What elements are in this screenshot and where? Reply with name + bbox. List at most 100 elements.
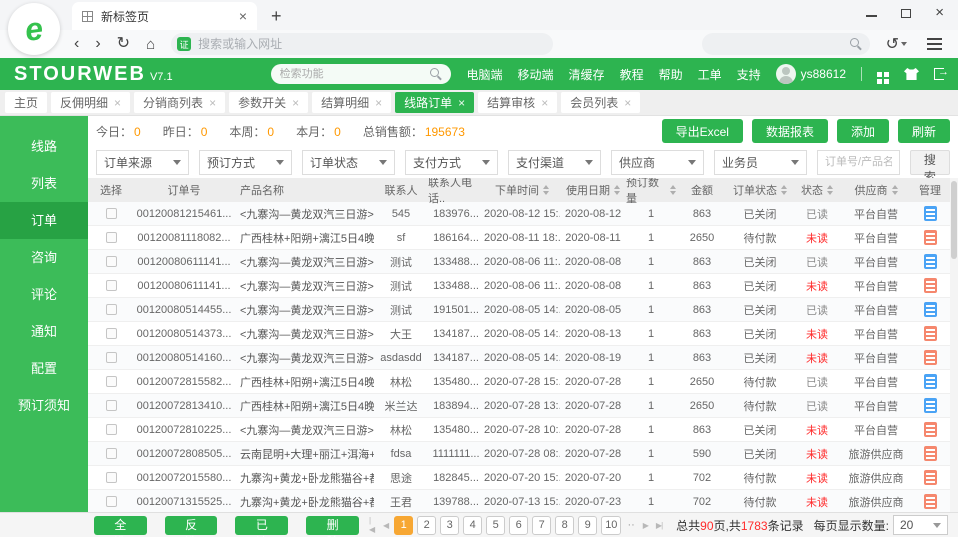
sidebar-item[interactable]: 列表 [0,165,88,202]
row-checkbox[interactable] [106,400,117,411]
product-name[interactable]: <九寨沟—黄龙双汽三日游>... [234,422,374,438]
first-page-icon[interactable]: |◀ [367,516,377,534]
address-input[interactable] [198,37,547,51]
app-tab[interactable]: 结算审核 × [478,92,557,113]
new-tab-button[interactable]: + [271,6,282,30]
sort-icon[interactable] [781,185,787,195]
product-name[interactable]: <九寨沟—黄龙双汽三日游>... [234,254,374,270]
page-button[interactable]: 6 [509,516,528,535]
row-checkbox[interactable] [106,280,117,291]
column-header[interactable]: 供应商 [842,178,910,202]
column-header[interactable]: 预订数量 [626,178,676,202]
app-tab[interactable]: 线路订单 × [395,92,474,113]
column-header[interactable]: 金额 [676,178,728,202]
sidebar-item[interactable]: 线路 [0,128,88,165]
theme-shirt-icon[interactable] [904,68,919,80]
sidebar-item[interactable]: 订单 [0,202,88,239]
page-button[interactable]: 9 [578,516,597,535]
action-button[interactable]: 导出Excel [662,119,743,143]
manage-detail-icon[interactable] [924,350,937,365]
logout-icon[interactable] [934,68,944,80]
product-name[interactable]: 广西桂林+阳朔+漓江5日4晚... [234,398,374,414]
footer-button[interactable]: 反选 [165,516,218,535]
row-checkbox[interactable] [106,208,117,219]
footer-button[interactable]: 全选 [94,516,147,535]
manage-detail-icon[interactable] [924,422,937,437]
chrome-search-box[interactable] [702,33,870,55]
app-tab[interactable]: 结算明细 × [312,92,391,113]
home-icon[interactable]: ⌂ [146,37,155,52]
tab-close-icon[interactable]: × [624,96,631,110]
function-search-input[interactable] [280,68,430,80]
page-button[interactable]: 3 [440,516,459,535]
product-name[interactable]: <九寨沟—黄龙双汽三日游>... [234,350,374,366]
address-bar[interactable]: 证 [171,33,553,55]
page-button[interactable]: 5 [486,516,505,535]
sort-icon[interactable] [614,185,620,195]
sidebar-item[interactable]: 预订须知 [0,387,88,424]
app-tab[interactable]: 反佣明细 × [51,92,130,113]
app-tab[interactable]: 分销商列表 × [134,92,225,113]
page-button[interactable]: 10 [601,516,621,535]
qr-code-icon[interactable] [877,72,882,77]
sort-icon[interactable] [543,185,549,195]
manage-detail-icon[interactable] [924,494,937,509]
footer-button[interactable]: 删除 [306,516,359,535]
page-button[interactable]: 8 [555,516,574,535]
browser-tab-close-icon[interactable]: × [239,8,247,24]
order-search-input[interactable] [825,156,892,168]
back-icon[interactable]: ‹ [74,36,79,52]
user-menu[interactable]: ys88612 [776,64,846,84]
window-minimize-button[interactable] [866,15,877,17]
column-header[interactable]: 使用日期 [560,178,626,202]
product-name[interactable]: 广西桂林+阳朔+漓江5日4晚... [234,230,374,246]
tab-close-icon[interactable]: × [209,96,216,110]
filter-dropdown[interactable]: 支付方式 [405,150,498,175]
manage-detail-icon[interactable] [924,206,937,221]
product-name[interactable]: 九寨沟+黄龙+卧龙熊猫谷+都... [234,494,374,510]
row-checkbox[interactable] [106,328,117,339]
header-nav-item[interactable]: 教程 [620,66,644,83]
product-name[interactable]: <九寨沟—黄龙双汽三日游>... [234,302,374,318]
column-header[interactable]: 状态 [792,178,842,202]
sidebar-item[interactable]: 咨询 [0,239,88,276]
header-nav-item[interactable]: 帮助 [659,66,683,83]
header-nav-item[interactable]: 移动端 [518,66,554,83]
filter-dropdown[interactable]: 供应商 [611,150,704,175]
footer-button[interactable]: 已读 [235,516,288,535]
product-name[interactable]: 云南昆明+大理+丽江+洱海+... [234,446,374,462]
manage-detail-icon[interactable] [924,446,937,461]
filter-dropdown[interactable]: 订单来源 [96,150,189,175]
manage-detail-icon[interactable] [924,254,937,269]
filter-dropdown[interactable]: 支付渠道 [508,150,601,175]
sidebar-item[interactable]: 通知 [0,313,88,350]
column-header[interactable]: 联系人电话.. [428,178,484,202]
forward-icon[interactable]: › [95,36,100,52]
page-button[interactable]: 4 [463,516,482,535]
sidebar-item[interactable]: 评论 [0,276,88,313]
function-search-box[interactable] [271,64,451,84]
page-size-select[interactable]: 20 [893,515,948,535]
column-header[interactable]: 订单号 [134,178,234,202]
header-nav-item[interactable]: 清缓存 [569,66,605,83]
manage-detail-icon[interactable] [924,278,937,293]
tab-close-icon[interactable]: × [375,96,382,110]
prev-page-icon[interactable]: ◀ [381,521,390,530]
last-page-icon[interactable]: ▶| [654,521,664,530]
row-checkbox[interactable] [106,472,117,483]
action-button[interactable]: 数据报表 [752,119,828,143]
next-page-icon[interactable]: ▶ [641,521,650,530]
tab-close-icon[interactable]: × [458,96,465,110]
row-checkbox[interactable] [106,256,117,267]
app-tab[interactable]: 会员列表 × [561,92,640,113]
browser-tab[interactable]: 新标签页 × [72,2,257,30]
manage-detail-icon[interactable] [924,374,937,389]
tab-close-icon[interactable]: × [114,96,121,110]
filter-dropdown[interactable]: 订单状态 [302,150,395,175]
column-header[interactable]: 产品名称 [234,178,374,202]
tab-close-icon[interactable]: × [541,96,548,110]
filter-dropdown[interactable]: 业务员 [714,150,807,175]
column-header[interactable]: 联系人 [374,178,428,202]
row-checkbox[interactable] [106,496,117,507]
app-tab[interactable]: 参数开关 × [229,92,308,113]
